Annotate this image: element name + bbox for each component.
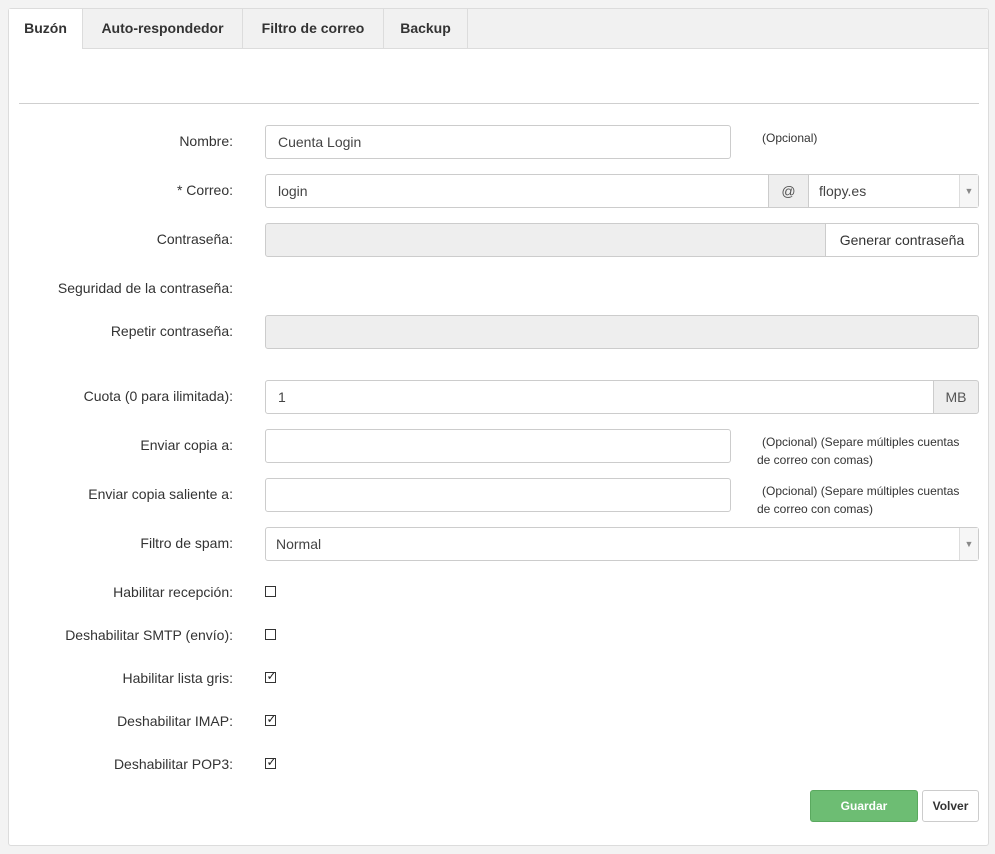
chevron-down-icon: ▼ [959,528,978,560]
domain-value: flopy.es [819,183,867,199]
checkmark-icon: ✓ [266,712,277,726]
tab-buzon[interactable]: Buzón [9,9,83,49]
checkmark-icon: ✓ [266,755,277,769]
copy-to-hint-line1: (Opcional) (Separe múltiples cuentas [762,435,960,449]
tab-bar: Buzón Auto-respondedor Filtro de correo … [9,9,988,49]
enable-reception-checkbox[interactable] [265,586,276,597]
repeat-password-input[interactable] [265,315,979,349]
correo-input[interactable]: login [265,174,769,208]
copia-label: Enviar copia a: [140,437,233,453]
outgoing-copy-input[interactable] [265,478,731,512]
repetir-label: Repetir contraseña: [110,323,233,339]
copy-to-input[interactable] [265,429,731,463]
at-addon: @ [768,174,809,208]
imap-label: Deshabilitar IMAP: [117,713,233,729]
tab-auto-respondedor[interactable]: Auto-respondedor [83,9,243,48]
nombre-hint: (Opcional) [762,131,818,145]
disable-imap-checkbox[interactable]: ✓ [265,712,277,726]
disable-smtp-checkbox[interactable] [265,629,276,640]
nombre-input[interactable]: Cuenta Login [265,125,731,159]
pop3-label: Deshabilitar POP3: [113,756,233,772]
spam-filter-select[interactable]: Normal ▼ [265,527,979,561]
nombre-label: Nombre: [179,133,233,149]
spam-filter-value: Normal [276,536,322,552]
outgoing-copy-hint-line2: de correo con comas) [757,502,874,516]
tab-filtro-de-correo[interactable]: Filtro de correo [243,9,384,48]
correo-label: * Correo: [176,182,233,198]
spam-label: Filtro de spam: [140,535,233,551]
password-strength-label: Seguridad de la contraseña: [57,280,233,296]
copia-saliente-label: Enviar copia saliente a: [88,486,233,502]
mailbox-panel: Buzón Auto-respondedor Filtro de correo … [8,8,989,846]
outgoing-copy-hint-line1: (Opcional) (Separe múltiples cuentas [762,484,960,498]
form-divider [19,103,979,104]
checkmark-icon: ✓ [266,669,277,683]
tab-backup[interactable]: Backup [384,9,468,48]
greylist-checkbox[interactable]: ✓ [265,669,277,683]
domain-select[interactable]: flopy.es ▼ [808,174,979,208]
smtp-label: Deshabilitar SMTP (envío): [65,627,233,643]
cuota-label: Cuota (0 para ilimitada): [83,388,233,404]
generate-password-button[interactable]: Generar contraseña [825,223,979,257]
back-button[interactable]: Volver [922,790,979,822]
quota-input[interactable]: 1 [265,380,934,414]
password-input[interactable] [265,223,826,257]
copy-to-hint-line2: de correo con comas) [757,453,874,467]
chevron-down-icon: ▼ [959,175,978,207]
disable-pop3-checkbox[interactable]: ✓ [265,755,277,769]
contrasena-label: Contraseña: [156,231,233,247]
copy-to-hint: (Opcional) (Separe múltiples cuentas de … [757,433,960,469]
lista-gris-label: Habilitar lista gris: [122,670,233,686]
outgoing-copy-hint: (Opcional) (Separe múltiples cuentas de … [757,482,960,518]
quota-unit-addon: MB [933,380,979,414]
save-button[interactable]: Guardar [810,790,918,822]
recepcion-label: Habilitar recepción: [113,584,233,600]
